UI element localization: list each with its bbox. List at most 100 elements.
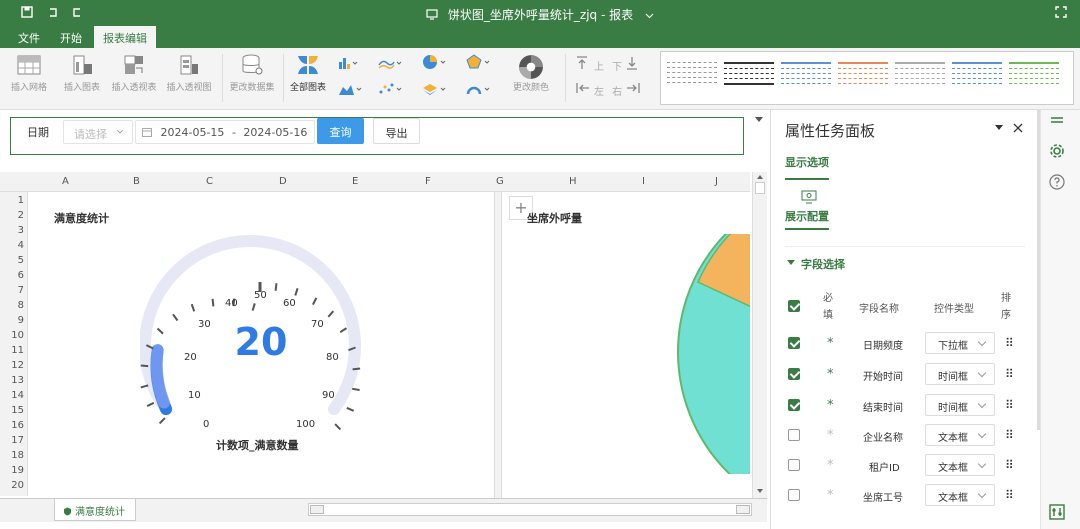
scroll-right-icon[interactable] [736, 505, 750, 514]
pie-chart-icon[interactable] [422, 54, 446, 70]
all-charts-button[interactable]: 全部图表 [286, 54, 330, 93]
drag-handle-icon[interactable]: ⠿ [1005, 336, 1015, 350]
scroll-down-icon[interactable] [756, 488, 764, 494]
sheet-tab[interactable]: 满意度统计 [54, 499, 136, 521]
start-date[interactable]: 2024-05-15 [161, 126, 225, 139]
scroll-up-icon[interactable] [756, 174, 764, 180]
radar-chart-icon[interactable] [466, 54, 490, 70]
select-all-checkbox[interactable] [788, 300, 800, 312]
settings-sliders-icon[interactable] [1049, 504, 1065, 520]
row-header[interactable]: 11 [0, 345, 24, 356]
column-header[interactable]: B [133, 176, 140, 187]
row-header[interactable]: 10 [0, 330, 24, 341]
column-header[interactable]: C [206, 176, 213, 187]
insert-chart-button[interactable]: 插入图表 [60, 54, 104, 93]
row-header[interactable]: 12 [0, 360, 24, 371]
scatter-chart-icon[interactable] [378, 82, 402, 96]
scroll-left-icon[interactable] [310, 505, 324, 514]
control-type-select[interactable]: 文本框 [925, 424, 995, 446]
align-left-icon[interactable] [576, 82, 590, 94]
drag-handle-icon[interactable]: ⠿ [1005, 488, 1015, 502]
table-style-gray[interactable] [667, 58, 717, 98]
column-header[interactable]: E [352, 176, 358, 187]
column-header[interactable]: F [425, 176, 431, 187]
table-style-blue[interactable] [781, 58, 831, 98]
menu-file[interactable]: 文件 [18, 30, 40, 46]
align-bottom-icon[interactable] [626, 56, 638, 70]
drag-handle-icon[interactable]: ⠿ [1005, 367, 1015, 381]
field-checkbox[interactable] [788, 489, 800, 501]
row-header[interactable]: 18 [0, 450, 24, 461]
export-button[interactable]: 导出 [373, 118, 420, 144]
column-header[interactable]: I [642, 176, 645, 187]
close-icon[interactable] [1013, 123, 1023, 133]
tab-display-options[interactable]: 显示选项 [785, 154, 829, 180]
table-style-dark[interactable] [724, 58, 774, 98]
chevron-down-icon[interactable] [645, 8, 654, 22]
query-button[interactable]: 查询 [317, 118, 364, 144]
bar-chart-icon[interactable] [338, 56, 358, 70]
drag-handle-icon[interactable]: ⠿ [1005, 428, 1015, 442]
section-field-selection[interactable]: 字段选择 [801, 256, 845, 272]
insert-grid-button[interactable]: 插入网格 [8, 54, 50, 93]
field-checkbox[interactable] [788, 429, 800, 441]
date-frequency-select[interactable]: 请选择 [63, 120, 133, 144]
align-right-icon[interactable] [626, 82, 640, 94]
column-header[interactable]: G [496, 176, 504, 187]
row-header[interactable]: 17 [0, 435, 24, 446]
caret-down-icon[interactable] [995, 125, 1003, 131]
row-header[interactable]: 15 [0, 405, 24, 416]
field-checkbox[interactable] [788, 337, 800, 349]
insert-pivot-table-button[interactable]: 插入透视表 [108, 54, 160, 93]
row-header[interactable]: 19 [0, 465, 24, 476]
date-range-input[interactable]: 2024-05-15 - 2024-05-16 [135, 120, 315, 144]
column-header[interactable]: J [715, 176, 718, 187]
row-header[interactable]: 16 [0, 420, 24, 431]
field-checkbox[interactable] [788, 459, 800, 471]
row-header[interactable]: 20 [0, 480, 24, 491]
tab-display-config[interactable]: 展示配置 [785, 208, 829, 230]
line-chart-icon[interactable] [378, 56, 402, 70]
row-header[interactable]: 6 [0, 270, 24, 281]
drag-handle-icon[interactable]: ⠿ [1005, 458, 1015, 472]
control-type-select[interactable]: 时间框 [925, 363, 995, 385]
row-header[interactable]: 2 [0, 210, 24, 221]
control-type-select[interactable]: 文本框 [925, 454, 995, 476]
table-style-light[interactable] [895, 58, 945, 98]
row-header[interactable]: 4 [0, 240, 24, 251]
scroll-thumb[interactable] [755, 182, 765, 194]
row-header[interactable]: 13 [0, 375, 24, 386]
table-style-orange[interactable] [838, 58, 888, 98]
display-config-icon[interactable] [801, 190, 817, 204]
row-header[interactable]: 9 [0, 315, 24, 326]
control-type-select[interactable]: 下拉框 [925, 332, 995, 354]
row-header[interactable]: 8 [0, 300, 24, 311]
align-top-icon[interactable] [576, 56, 588, 70]
area-chart-icon[interactable] [338, 82, 362, 96]
menu-start[interactable]: 开始 [60, 30, 82, 46]
column-header[interactable]: D [279, 176, 287, 187]
help-icon[interactable] [1049, 174, 1065, 190]
column-header[interactable]: A [62, 176, 69, 187]
gear-icon[interactable] [1049, 143, 1065, 159]
end-date[interactable]: 2024-05-16 [243, 126, 307, 139]
field-checkbox[interactable] [788, 368, 800, 380]
row-header[interactable]: 14 [0, 390, 24, 401]
row-header[interactable]: 1 [0, 195, 24, 206]
field-checkbox[interactable] [788, 399, 800, 411]
control-type-select[interactable]: 文本框 [925, 484, 995, 506]
drag-handle-icon[interactable]: ⠿ [1005, 398, 1015, 412]
row-header[interactable]: 7 [0, 285, 24, 296]
pie-chart[interactable]: + 坐席外呼量 [503, 194, 750, 498]
insert-pivot-chart-button[interactable]: 插入透视图 [163, 54, 215, 93]
change-dataset-button[interactable]: 更改数据集 [225, 54, 279, 93]
row-header[interactable]: 5 [0, 255, 24, 266]
row-header[interactable]: 3 [0, 225, 24, 236]
vertical-scrollbar[interactable] [752, 172, 767, 498]
menu-report-edit[interactable]: 报表编辑 [94, 26, 156, 48]
caret-down-icon[interactable] [787, 260, 795, 266]
column-header[interactable]: H [569, 176, 577, 187]
change-color-button[interactable]: 更改颜色 [508, 54, 554, 93]
map-chart-icon[interactable] [422, 82, 446, 96]
fullscreen-icon[interactable] [1054, 6, 1068, 20]
